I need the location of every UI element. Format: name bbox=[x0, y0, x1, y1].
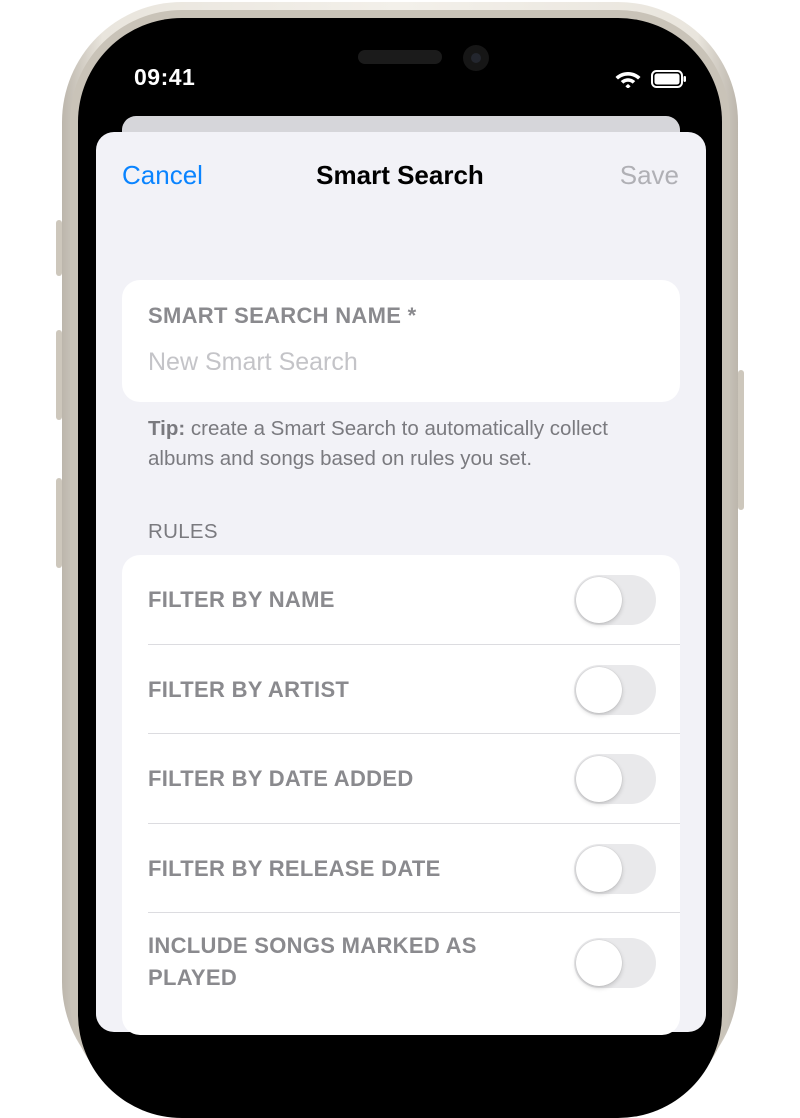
save-button[interactable]: Save bbox=[620, 160, 679, 191]
tip-bold: Tip: bbox=[148, 417, 186, 440]
mute-switch bbox=[56, 220, 62, 276]
front-camera bbox=[463, 45, 489, 71]
speaker-grille bbox=[358, 50, 442, 64]
battery-icon bbox=[651, 70, 686, 88]
volume-down-button bbox=[56, 478, 62, 568]
tip-text: Tip: create a Smart Search to automatica… bbox=[148, 414, 668, 474]
toggle-knob bbox=[576, 667, 622, 713]
power-button bbox=[738, 370, 744, 510]
name-field-label: SMART SEARCH NAME * bbox=[148, 303, 417, 328]
rule-row-filter-by-name: FILTER BY NAME bbox=[122, 555, 680, 644]
rule-label: FILTER BY DATE ADDED bbox=[148, 766, 414, 791]
rule-row-filter-by-release-date: FILTER BY RELEASE DATE bbox=[122, 824, 680, 913]
rule-row-include-songs-marked-as-played: INCLUDE SONGS MARKED AS PLAYED bbox=[122, 913, 680, 1023]
page-title: Smart Search bbox=[316, 160, 484, 190]
rule-row-filter-by-artist: FILTER BY ARTIST bbox=[122, 645, 680, 734]
rules-header: RULES bbox=[148, 520, 218, 543]
filter-by-name-toggle[interactable] bbox=[574, 575, 656, 625]
rule-label: FILTER BY RELEASE DATE bbox=[148, 856, 441, 881]
status-time: 09:41 bbox=[134, 64, 196, 90]
filter-by-date-added-toggle[interactable] bbox=[574, 754, 656, 804]
tip-body: create a Smart Search to automatically c… bbox=[148, 417, 608, 470]
rule-row-filter-by-date-added: FILTER BY DATE ADDED bbox=[122, 734, 680, 823]
toggle-knob bbox=[576, 846, 622, 892]
rule-label: FILTER BY NAME bbox=[148, 587, 335, 612]
include-played-songs-toggle[interactable] bbox=[574, 938, 656, 988]
wifi-icon bbox=[615, 72, 641, 88]
filter-by-artist-toggle[interactable] bbox=[574, 665, 656, 715]
name-field-card: SMART SEARCH NAME * bbox=[122, 280, 680, 402]
rules-card: FILTER BY NAME FILTER BY ARTIST FILTER B… bbox=[122, 555, 680, 1035]
volume-up-button bbox=[56, 330, 62, 420]
smart-search-name-input[interactable] bbox=[148, 348, 648, 377]
toggle-knob bbox=[576, 756, 622, 802]
rule-label: INCLUDE SONGS MARKED AS PLAYED bbox=[148, 933, 477, 990]
filter-by-release-date-toggle[interactable] bbox=[574, 844, 656, 894]
cancel-button[interactable]: Cancel bbox=[122, 160, 203, 191]
toggle-knob bbox=[576, 940, 622, 986]
toggle-knob bbox=[576, 577, 622, 623]
rule-label: FILTER BY ARTIST bbox=[148, 677, 350, 702]
